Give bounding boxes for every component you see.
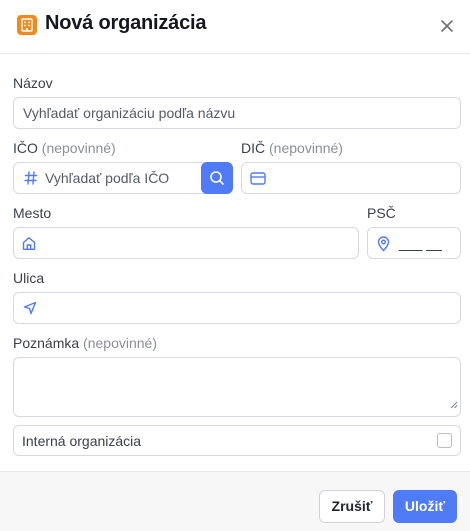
navigation-icon	[23, 301, 37, 320]
street-input[interactable]	[13, 292, 461, 324]
zip-input[interactable]: ___ __	[367, 227, 461, 259]
note-textarea[interactable]	[13, 357, 461, 417]
home-icon	[22, 236, 36, 256]
note-label: Poznámka (nepovinné)	[13, 335, 157, 351]
save-button[interactable]: Uložiť	[393, 490, 457, 523]
internal-organization-checkbox[interactable]	[437, 433, 452, 448]
building-icon	[17, 15, 37, 35]
dialog-header: Nová organizácia	[0, 0, 470, 54]
search-icon	[210, 171, 224, 185]
hash-icon	[24, 171, 38, 190]
name-placeholder: Vyhľadať organizáciu podľa názvu	[23, 105, 236, 121]
name-label: Názov	[13, 75, 53, 91]
ico-search-button[interactable]	[201, 162, 233, 194]
internal-organization-row[interactable]: Interná organizácia	[13, 425, 461, 456]
close-icon[interactable]	[438, 17, 456, 35]
city-label: Mesto	[13, 205, 52, 221]
city-input[interactable]	[13, 227, 359, 259]
dialog-title: Nová organizácia	[45, 12, 207, 34]
zip-label: PSČ	[367, 205, 396, 221]
name-input[interactable]: Vyhľadať organizáciu podľa názvu	[13, 97, 461, 129]
new-organization-dialog: Nová organizácia Názov Vyhľadať organizá…	[0, 0, 470, 531]
dialog-footer: Zrušiť Uložiť	[0, 471, 470, 531]
zip-placeholder: ___ __	[399, 235, 442, 251]
credit-card-icon	[250, 172, 266, 190]
street-label: Ulica	[13, 270, 45, 286]
ico-label: IČO (nepovinné)	[13, 140, 116, 156]
internal-organization-label: Interná organizácia	[22, 433, 142, 449]
map-pin-icon	[377, 236, 390, 257]
dic-label: DIČ (nepovinné)	[241, 140, 343, 156]
cancel-button[interactable]: Zrušiť	[319, 490, 385, 523]
resize-handle-icon[interactable]	[450, 396, 458, 414]
ico-input[interactable]: Vyhľadať podľa IČO	[13, 162, 205, 194]
dic-input[interactable]	[241, 162, 461, 194]
ico-placeholder: Vyhľadať podľa IČO	[45, 170, 170, 186]
